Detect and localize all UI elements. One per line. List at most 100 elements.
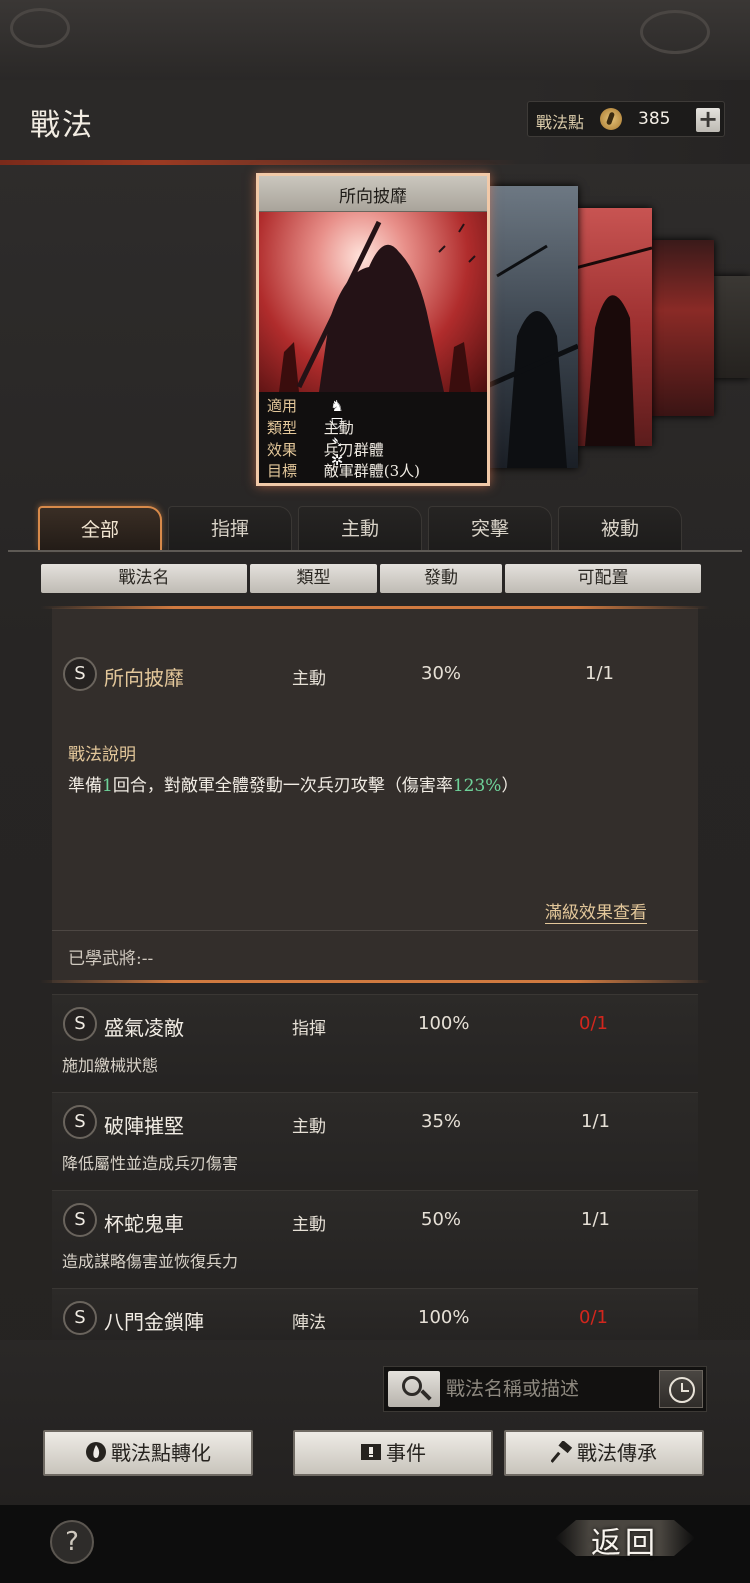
search-icon: [402, 1376, 422, 1396]
tactic-rate: 35%: [421, 1111, 462, 1132]
cloud-ornament: [640, 10, 710, 54]
info-value: 兵刃群體: [323, 441, 384, 459]
column-header-type[interactable]: 類型: [250, 564, 377, 593]
tactic-slot: 0/1: [579, 1307, 608, 1328]
card-art: [575, 246, 652, 446]
carousel-card-2[interactable]: [575, 208, 652, 446]
hammer-icon: [551, 1441, 573, 1463]
info-key: 類型: [267, 419, 298, 437]
tactic-points-display: 戰法點 385 +: [527, 101, 725, 137]
grade-badge: S: [63, 1105, 97, 1139]
button-label: 戰法傳承: [577, 1441, 657, 1465]
description-text: 準備1回合，對敵軍全體發動一次兵刃攻擊（傷害率123%）: [68, 771, 518, 796]
tactic-summary: 造成謀略傷害並恢復兵力: [62, 1252, 239, 1271]
tactic-slot: 0/1: [579, 1013, 608, 1034]
tactic-type: 主動: [292, 1215, 326, 1235]
brush-coin-icon: [600, 108, 622, 130]
tactic-type: 陣法: [292, 1313, 326, 1333]
desc-highlight: 123%: [452, 776, 502, 796]
button-label: 戰法點轉化: [111, 1441, 211, 1465]
inherit-tactic-button[interactable]: 戰法傳承: [504, 1430, 704, 1476]
column-header-slot[interactable]: 可配置: [505, 564, 701, 593]
history-button[interactable]: [659, 1370, 703, 1408]
tab-passive[interactable]: 被動: [558, 506, 682, 550]
tabs-divider: [8, 550, 742, 552]
search-input[interactable]: [446, 1375, 652, 1403]
tactic-type: 指揮: [292, 1019, 326, 1039]
tactic-rate: 100%: [418, 1307, 470, 1328]
divider: [52, 930, 698, 931]
cloud-ornament: [10, 8, 70, 48]
bottom-panel: [0, 1340, 750, 1505]
featured-tactic-card[interactable]: 所向披靡 適用 ♞ ⛉ ➴ ✲ 類型 主動 效果 兵刃群體 目標 敵軍群體(3人…: [256, 173, 490, 486]
flame-icon: [86, 1442, 106, 1462]
tactic-summary: 降低屬性並造成兵刃傷害: [62, 1154, 239, 1173]
learned-generals: 已學武將:--: [68, 949, 154, 969]
grade-badge: S: [63, 657, 97, 691]
desc-highlight: 1: [102, 776, 113, 796]
info-key: 效果: [267, 441, 298, 459]
tab-assault[interactable]: 突擊: [428, 506, 552, 550]
header-accent-line: [0, 160, 520, 165]
carousel-card-1[interactable]: [487, 186, 578, 468]
info-row-effect: 效果 兵刃群體: [267, 439, 384, 461]
tactic-slot: 1/1: [581, 1209, 610, 1230]
back-button-label: 返回: [591, 1526, 659, 1561]
warrior-silhouette: [279, 220, 476, 392]
event-button[interactable]: 事件: [293, 1430, 493, 1476]
info-row-target: 目標 敵軍群體(3人): [267, 460, 420, 482]
desc-part: 回合，對敵軍全體發動一次兵刃攻擊（傷害率: [112, 776, 453, 796]
points-value: 385: [638, 109, 671, 129]
card-name: 所向披靡: [339, 187, 407, 207]
add-points-button[interactable]: +: [696, 107, 720, 132]
tactic-type: 主動: [292, 669, 326, 689]
tactic-name: 所向披靡: [104, 666, 184, 690]
info-value: 主動: [323, 419, 354, 437]
button-label: 事件: [386, 1441, 426, 1465]
card-info-panel: 適用 ♞ ⛉ ➴ ✲ 類型 主動 效果 兵刃群體 目標 敵軍群體(3人): [259, 392, 487, 483]
tactic-name: 破陣摧堅: [104, 1114, 184, 1138]
tactic-name: 盛氣凌敵: [104, 1016, 184, 1040]
alert-book-icon: [361, 1444, 381, 1460]
back-button[interactable]: 返回: [555, 1510, 695, 1568]
search-button[interactable]: [388, 1371, 440, 1407]
top-decoration: [0, 0, 750, 80]
grade-badge: S: [63, 1203, 97, 1237]
points-label: 戰法點: [536, 113, 585, 132]
desc-part: ）: [501, 776, 519, 796]
desc-part: 準備: [68, 776, 102, 796]
tactic-summary: 施加繳械狀態: [62, 1056, 159, 1075]
tab-active[interactable]: 主動: [298, 506, 422, 550]
card-art: [487, 244, 578, 468]
convert-points-button[interactable]: 戰法點轉化: [43, 1430, 253, 1476]
help-button[interactable]: ?: [50, 1520, 94, 1564]
tactic-name: 八門金鎖陣: [104, 1310, 204, 1334]
page-title: 戰法: [30, 108, 94, 143]
tactic-type: 主動: [292, 1117, 326, 1137]
info-key: 適用: [267, 397, 298, 415]
tactic-name: 杯蛇鬼車: [104, 1212, 184, 1236]
info-row-type: 類型 主動: [267, 417, 354, 439]
tactic-rate: 50%: [421, 1209, 462, 1230]
grade-badge: S: [63, 1301, 97, 1335]
tab-command[interactable]: 指揮: [168, 506, 292, 550]
tab-all[interactable]: 全部: [38, 506, 162, 550]
expanded-top-border: [40, 606, 710, 609]
card-art: [259, 212, 487, 392]
tactic-slot: 1/1: [581, 1111, 610, 1132]
info-row-applicable: 適用 ♞ ⛉ ➴ ✲: [267, 395, 344, 468]
cavalry-icon: ♞: [330, 397, 344, 415]
max-level-effect-link[interactable]: 滿級效果查看: [545, 898, 647, 924]
column-header-name[interactable]: 戰法名: [41, 564, 247, 593]
info-value: 敵軍群體(3人): [323, 462, 421, 480]
search-bar: [383, 1366, 707, 1412]
carousel-card-3[interactable]: [650, 240, 714, 416]
tactic-slot: 1/1: [585, 663, 614, 684]
column-header-rate[interactable]: 發動: [380, 564, 502, 593]
info-key: 目標: [267, 462, 298, 480]
tactic-rate: 30%: [421, 663, 462, 684]
carousel-card-4[interactable]: [713, 276, 750, 378]
grade-badge: S: [63, 1007, 97, 1041]
card-name-bar: 所向披靡: [259, 176, 487, 212]
tactic-rate: 100%: [418, 1013, 470, 1034]
